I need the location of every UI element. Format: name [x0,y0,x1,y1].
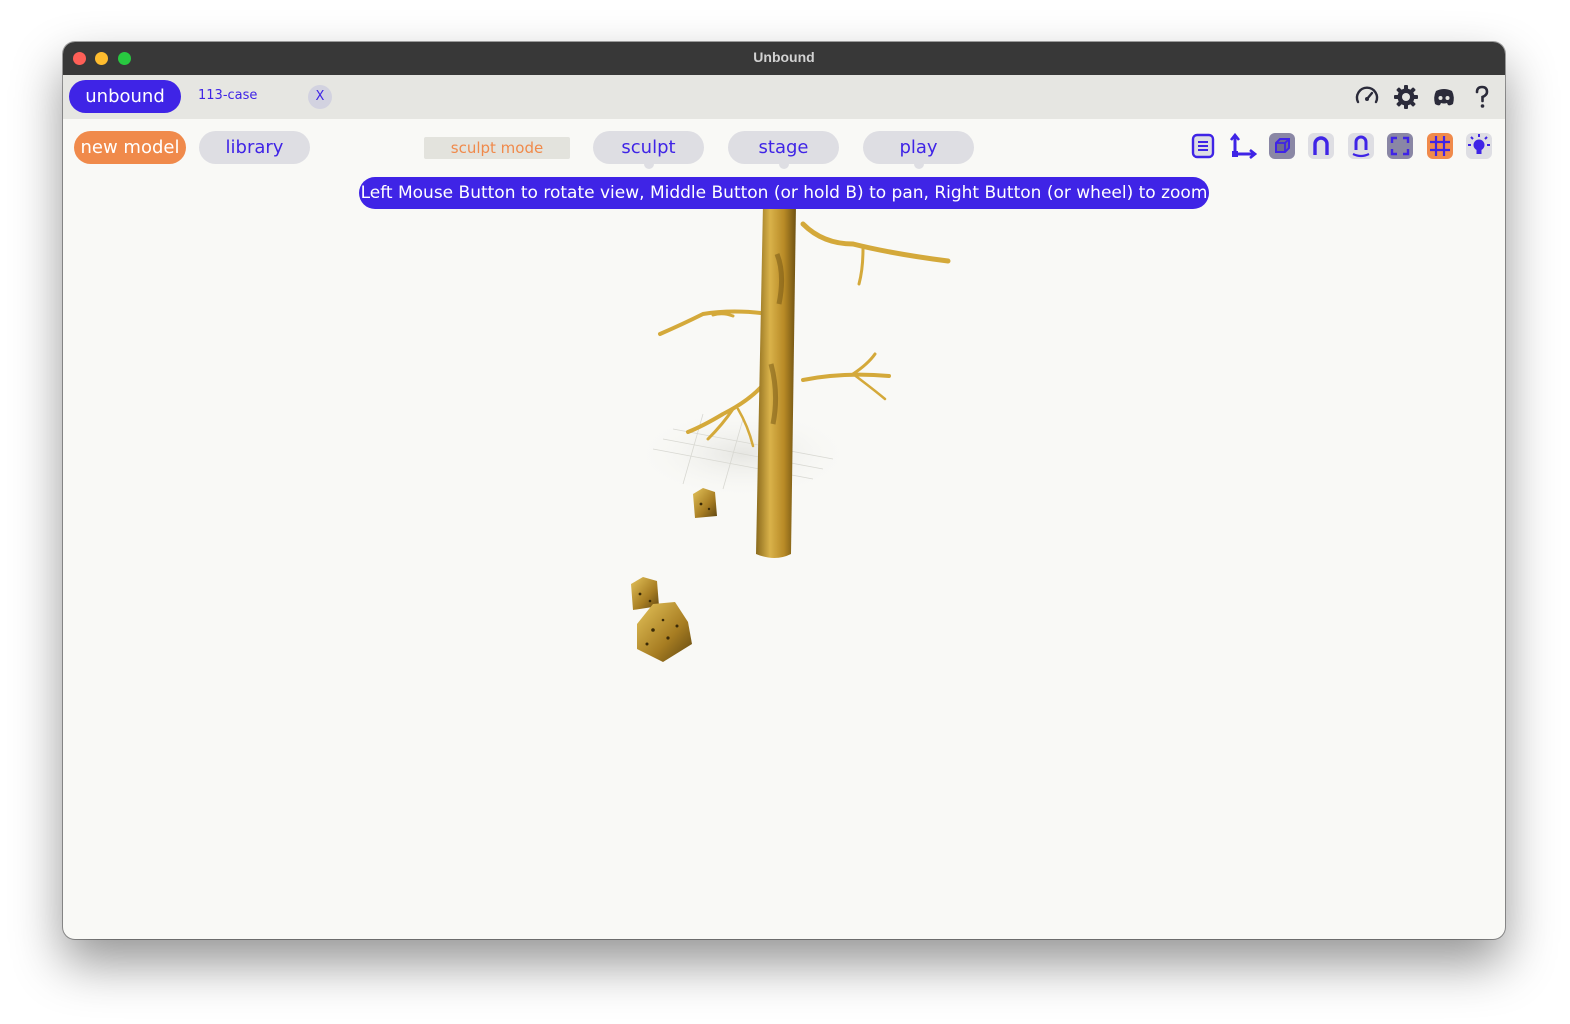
main-toolbar: new model library sculpt mode sculpt sta… [63,128,1505,169]
small-rock [693,488,717,518]
navigation-hint: Left Mouse Button to rotate view, Middle… [359,177,1209,209]
axes-icon[interactable] [1229,132,1257,160]
stage-mode-button[interactable]: stage [728,131,839,169]
light-icon[interactable] [1465,132,1493,160]
sculpt-mode-label: sculpt [621,137,676,158]
window-title: Unbound [753,49,815,65]
close-tab-button[interactable]: X [308,85,332,109]
speedometer-icon[interactable] [1354,84,1380,110]
discord-icon[interactable] [1431,84,1457,110]
sculpt-mode-button[interactable]: sculpt [593,131,704,169]
app-window: Unbound unbound 113-case X new model lib… [63,42,1505,939]
large-rock [637,602,692,662]
new-model-button[interactable]: new model [74,131,186,164]
unbound-home-button[interactable]: unbound [69,80,181,113]
stage-mode-label: stage [758,137,809,158]
3d-viewport[interactable] [63,164,1505,939]
mirror-magnet-icon[interactable] [1347,132,1375,160]
play-mode-button[interactable]: play [863,131,974,169]
gear-icon[interactable] [1393,84,1419,110]
frame-icon[interactable] [1386,132,1414,160]
title-bar: Unbound [63,42,1505,76]
library-button[interactable]: library [199,131,310,164]
list-icon[interactable] [1189,132,1217,160]
play-mode-label: play [899,137,938,158]
top-bar: unbound 113-case X [63,75,1505,119]
cube-icon[interactable] [1268,132,1296,160]
grid-icon[interactable] [1426,132,1454,160]
magnet-icon[interactable] [1307,132,1335,160]
scene-render [631,204,951,662]
current-mode-label: sculpt mode [424,137,570,159]
help-icon[interactable] [1469,84,1495,110]
open-file-tab[interactable]: 113-case [198,88,257,103]
